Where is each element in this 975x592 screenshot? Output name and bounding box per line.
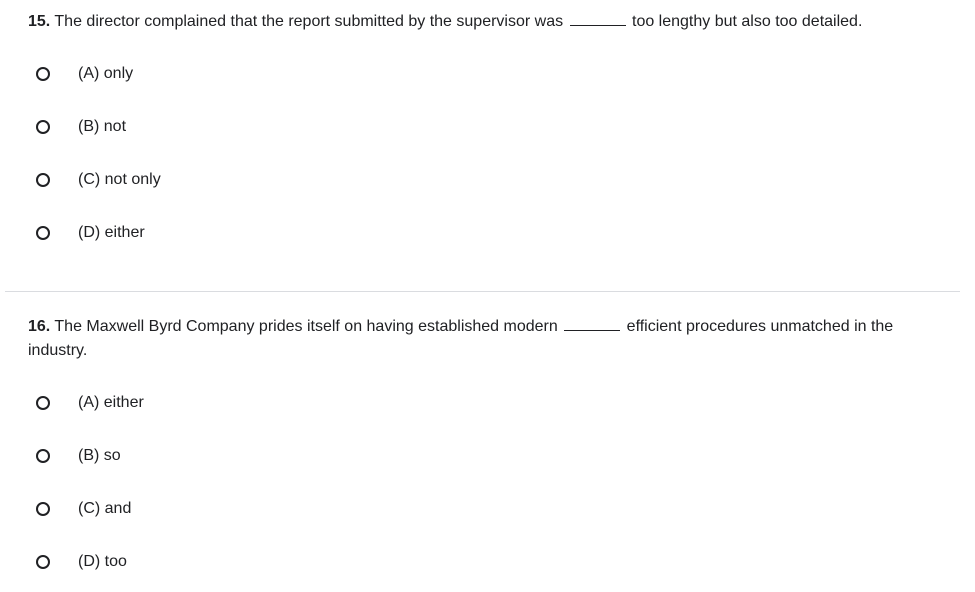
option-a[interactable]: (A) either xyxy=(28,376,935,429)
question-text-before-blank: The director complained that the report … xyxy=(50,13,568,30)
answer-options: (A) either (B) so (C) and (D) too xyxy=(28,376,935,588)
option-b[interactable]: (B) so xyxy=(28,429,935,482)
option-label: (A) either xyxy=(78,393,144,411)
option-d[interactable]: (D) either xyxy=(28,206,935,259)
question-text: 16. The Maxwell Byrd Company prides itse… xyxy=(28,315,935,363)
radio-button-icon[interactable] xyxy=(36,66,50,81)
option-label: (C) not only xyxy=(78,170,161,188)
answer-blank xyxy=(564,316,621,331)
option-c[interactable]: (C) and xyxy=(28,482,935,535)
answer-options: (A) only (B) not (C) not only (D) either xyxy=(28,47,935,259)
question-divider xyxy=(5,291,960,292)
option-label: (C) and xyxy=(78,499,132,517)
radio-button-icon[interactable] xyxy=(36,448,50,463)
question-text: 15. The director complained that the rep… xyxy=(28,10,935,34)
option-a[interactable]: (A) only xyxy=(28,47,935,100)
question-16: 16. The Maxwell Byrd Company prides itse… xyxy=(28,315,935,588)
option-label: (D) too xyxy=(78,552,127,570)
question-number: 15. xyxy=(28,13,51,30)
option-label: (D) either xyxy=(78,223,145,241)
question-text-after-blank: too lengthy but also too detailed. xyxy=(627,13,863,30)
radio-button-icon[interactable] xyxy=(36,501,50,516)
question-text-before-blank: The Maxwell Byrd Company prides itself o… xyxy=(50,318,563,335)
radio-button-icon[interactable] xyxy=(36,172,50,187)
radio-button-icon[interactable] xyxy=(36,395,50,410)
answer-blank xyxy=(569,11,626,26)
option-label: (B) so xyxy=(78,446,121,464)
radio-button-icon[interactable] xyxy=(36,119,50,134)
option-b[interactable]: (B) not xyxy=(28,100,935,153)
option-label: (B) not xyxy=(78,117,127,135)
option-label: (A) only xyxy=(78,64,134,82)
question-15: 15. The director complained that the rep… xyxy=(28,10,935,259)
option-d[interactable]: (D) too xyxy=(28,535,935,588)
question-number: 16. xyxy=(28,318,51,335)
radio-button-icon[interactable] xyxy=(36,554,50,569)
radio-button-icon[interactable] xyxy=(36,225,50,240)
option-c[interactable]: (C) not only xyxy=(28,153,935,206)
